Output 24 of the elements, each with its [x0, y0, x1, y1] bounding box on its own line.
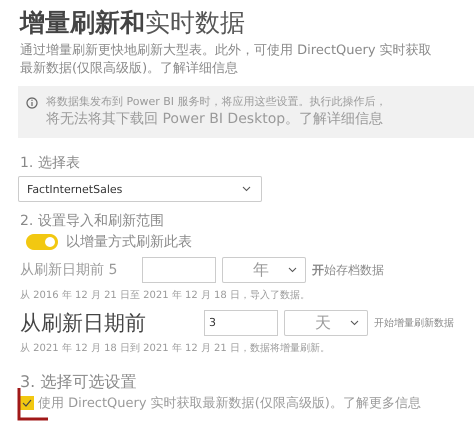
page-title: 增量刷新和实时数据 [20, 7, 246, 39]
toggle-label: 以增量方式刷新此表 [66, 233, 192, 251]
chevron-icon [288, 267, 297, 273]
range-suffix: 开始增量刷新数据 [374, 316, 454, 330]
chevron-icon [350, 320, 359, 326]
step-heading: 1. 选择表 [20, 154, 81, 172]
checkbox[interactable] [20, 396, 34, 410]
info-icon [26, 97, 38, 109]
toggle-switch[interactable] [26, 234, 58, 250]
table-dropdown[interactable]: FactInternetSales [18, 176, 262, 202]
number-field[interactable]: 3 [204, 310, 278, 336]
range-label: 从刷新日期前 [20, 310, 147, 337]
description-text: 通过增量刷新更快地刷新大型表。此外，可使用 DirectQuery 实时获取最新数据(仅限高级版)。了解详细信息 [20, 42, 433, 78]
info-text: 将数据集发布到 Power BI 服务时，将应用这些设置。执行此操作后， [46, 94, 387, 110]
range-note: 从 2016 年 12 月 21 日至 2021 年 12 月 18 日，导入了数据。 [20, 288, 311, 302]
step-heading: 2. 设置导入和刷新范围 [20, 212, 165, 230]
info-text: 将无法将其下载回 Power BI Desktop。了解详细信息 [46, 110, 384, 128]
range-note: 从 2021 年 12 月 18 日到 2021 年 12 月 21 日，数据将增量刷新。 [20, 342, 331, 355]
step-heading: 3. 选择可选设置 [20, 373, 138, 391]
chevron-icon [242, 186, 251, 192]
number-field[interactable] [142, 257, 216, 283]
checkbox-label: 使用 DirectQuery 实时获取最新数据(仅限高级版)。了解更多信息 [38, 395, 421, 412]
range-label: 从刷新日期前 5 [20, 261, 118, 279]
range-suffix: 开始存档数据 [312, 262, 384, 278]
